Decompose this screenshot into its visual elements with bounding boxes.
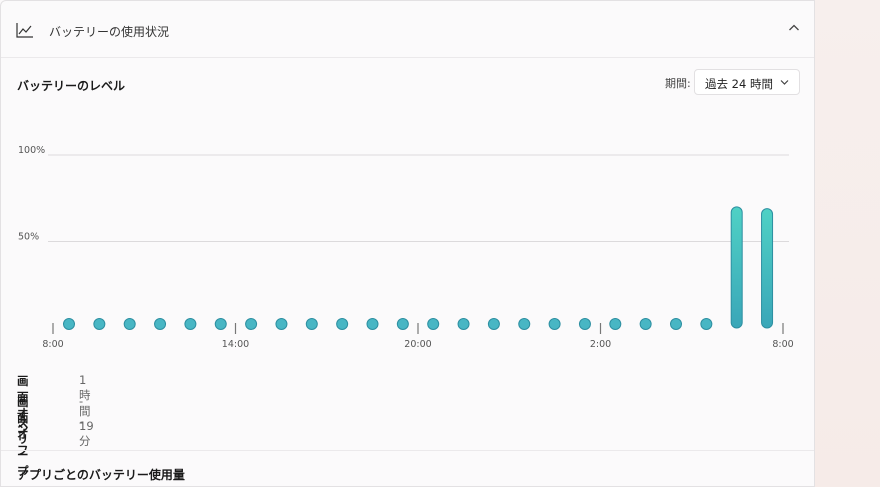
period-dropdown[interactable]: 過去 24 時間 xyxy=(694,69,800,95)
y-tick-label: 50% xyxy=(18,232,39,243)
battery-bar xyxy=(336,318,349,330)
battery-bar xyxy=(275,318,288,330)
app-battery-usage-title[interactable]: アプリごとのバッテリー使用量 xyxy=(17,466,185,483)
battery-bar xyxy=(214,318,227,330)
battery-bar xyxy=(578,318,591,330)
chevron-up-icon[interactable] xyxy=(787,21,801,35)
battery-bar xyxy=(639,318,652,330)
battery-bar xyxy=(548,318,561,330)
battery-bar xyxy=(396,318,409,330)
battery-usage-panel: バッテリーの使用状況 バッテリーのレベル 期間: 過去 24 時間 100% 50… xyxy=(0,0,815,487)
battery-bar xyxy=(670,318,682,330)
x-tick-label: 2:00 xyxy=(590,339,611,350)
stat-value: 1 時間 19 分 xyxy=(79,373,94,448)
stat-value: - xyxy=(79,394,84,408)
battery-bar xyxy=(487,318,500,330)
line-chart-icon xyxy=(16,23,33,38)
x-tick-label: 8:00 xyxy=(772,339,793,350)
battery-bar xyxy=(730,206,743,329)
x-tick-label: 14:00 xyxy=(222,339,249,350)
battery-bar xyxy=(305,318,318,330)
x-tick-label: 20:00 xyxy=(404,339,431,350)
period-selected-value: 過去 24 時間 xyxy=(705,77,773,91)
x-tick-label: 8:00 xyxy=(42,339,63,350)
battery-bar xyxy=(93,318,106,330)
battery-bar xyxy=(366,318,379,330)
period-label: 期間: xyxy=(665,77,691,90)
battery-bar xyxy=(154,318,167,330)
y-tick-label: 100% xyxy=(18,145,45,156)
battery-bar xyxy=(245,318,258,330)
battery-bar xyxy=(761,208,774,329)
battery-bar xyxy=(518,318,531,330)
battery-bar xyxy=(184,318,197,330)
window-background-edge xyxy=(815,0,880,487)
battery-usage-header[interactable]: バッテリーの使用状況 xyxy=(1,1,814,58)
battery-bar xyxy=(609,318,622,330)
section-divider xyxy=(1,450,814,451)
battery-bar xyxy=(123,318,136,330)
battery-bar xyxy=(457,318,470,330)
battery-bar xyxy=(63,318,75,330)
battery-level-chart: 100% 50% 8:00 14:00 20:00 2:00 8:00 xyxy=(18,145,794,350)
chevron-down-icon xyxy=(780,80,789,85)
battery-bar xyxy=(700,318,713,330)
page-title: バッテリーの使用状況 xyxy=(49,25,170,39)
stat-value: - xyxy=(79,415,84,429)
battery-bar xyxy=(427,318,440,330)
battery-level-title: バッテリーのレベル xyxy=(17,79,126,93)
